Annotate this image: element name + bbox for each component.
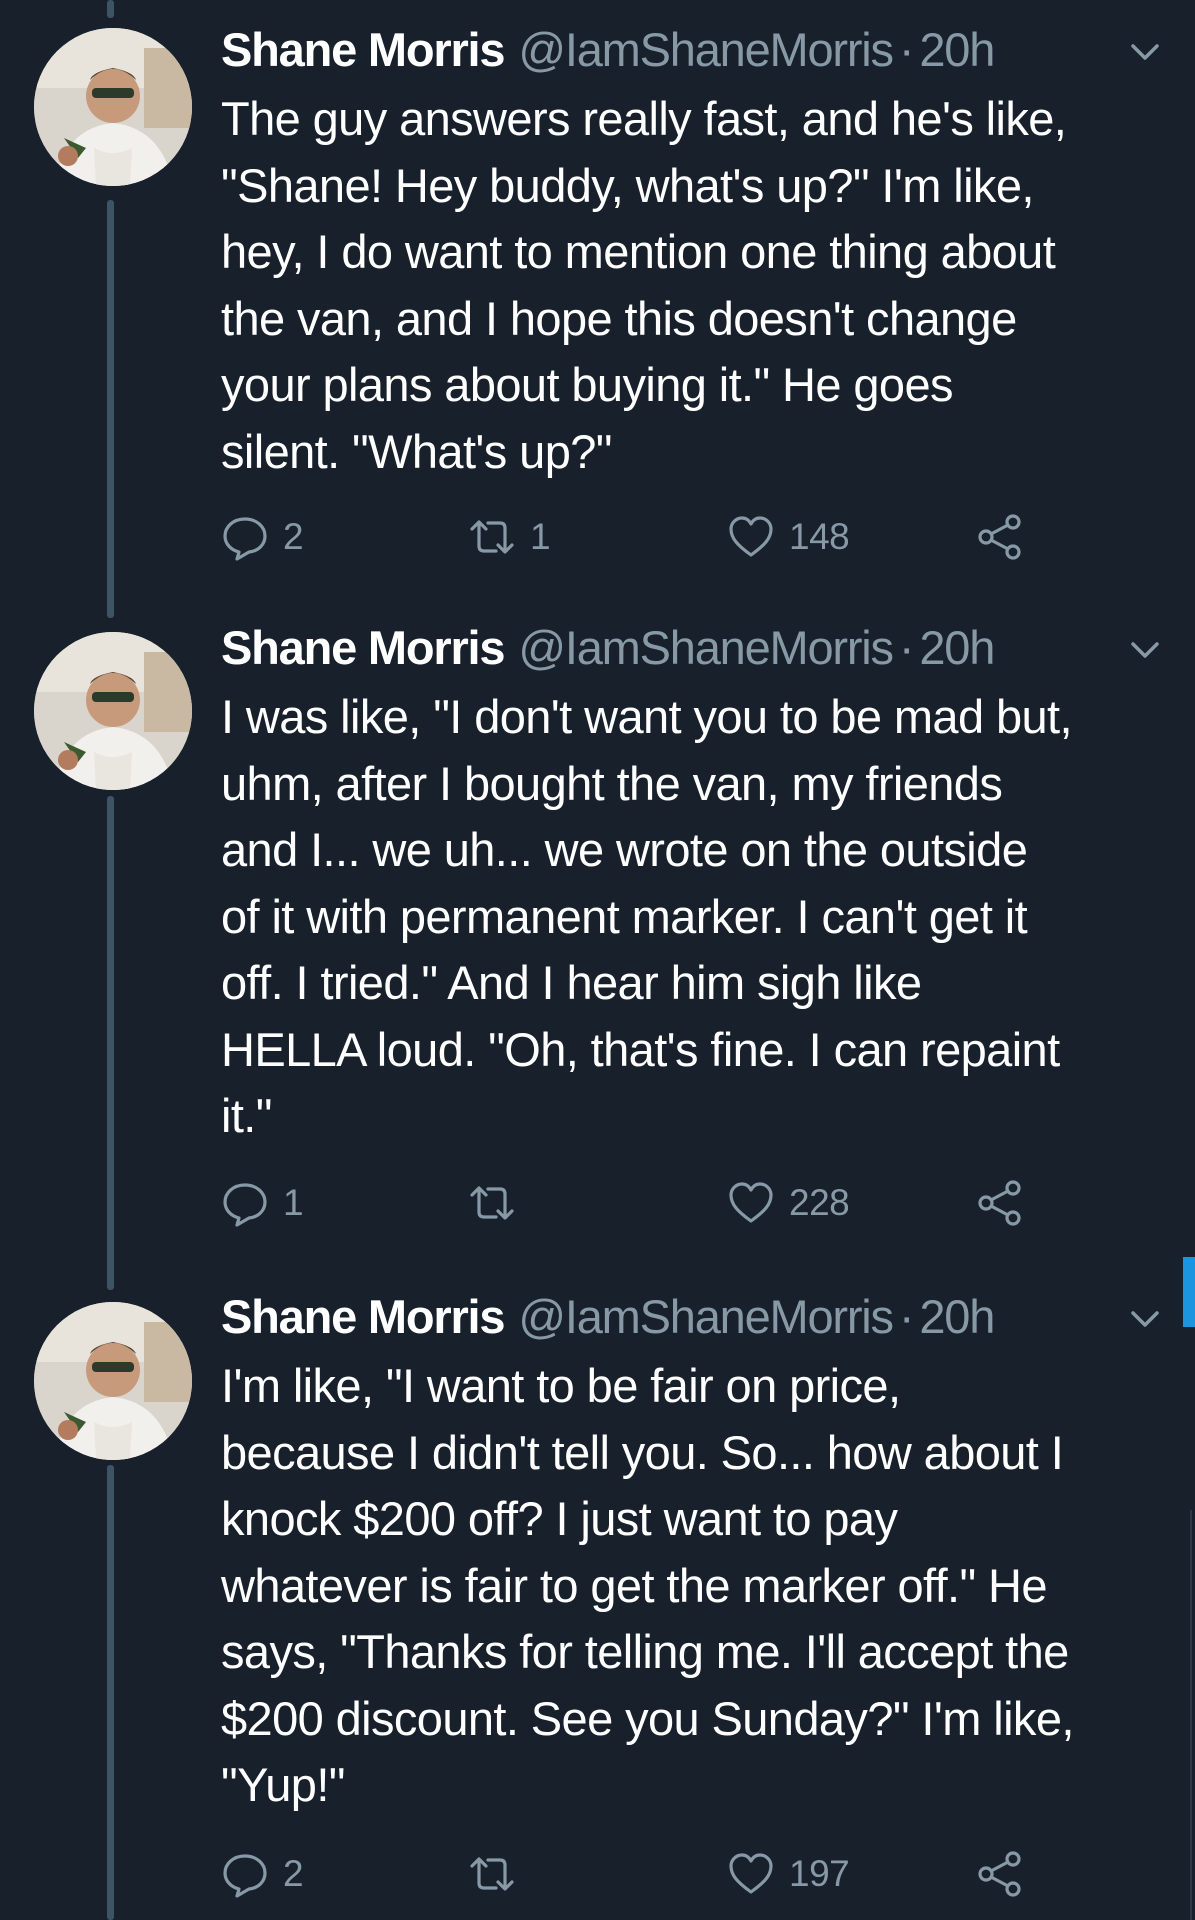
retweet-button[interactable] — [468, 1849, 530, 1899]
tweet-actions: 2 1 148 — [221, 512, 1121, 562]
share-icon — [978, 514, 1021, 560]
avatar-image — [34, 1302, 192, 1460]
share-button[interactable] — [976, 1178, 1024, 1228]
reply-button[interactable]: 2 — [221, 512, 304, 562]
timestamp[interactable]: 20h — [919, 620, 995, 675]
heart-icon — [729, 1182, 773, 1223]
like-count: 148 — [789, 516, 850, 557]
reply-icon — [223, 517, 267, 561]
scrollbar-thumb[interactable] — [1183, 1257, 1195, 1327]
author-handle[interactable]: @IamShaneMorris — [518, 620, 894, 675]
edge-divider — [1190, 1510, 1192, 1920]
author-name[interactable]: Shane Morris — [221, 620, 506, 675]
reply-count: 1 — [283, 1182, 304, 1223]
separator-dot: · — [898, 1290, 915, 1343]
like-count: 197 — [789, 1853, 850, 1894]
retweet-icon — [470, 1857, 514, 1891]
chevron-down-icon[interactable] — [1128, 638, 1162, 662]
tweet-text: I'm like, "I want to be fair on price, b… — [221, 1359, 1074, 1811]
chevron-down-icon[interactable] — [1128, 1307, 1162, 1331]
like-button[interactable]: 197 — [727, 1849, 850, 1899]
tweet-actions: 1 228 — [221, 1178, 1121, 1228]
reply-button[interactable]: 1 — [221, 1178, 304, 1228]
retweet-button[interactable]: 1 — [468, 512, 551, 562]
avatar[interactable] — [34, 632, 192, 790]
reply-count: 2 — [283, 1853, 304, 1894]
tweet-header: Shane Morris @IamShaneMorris · 20h — [221, 22, 995, 82]
avatar[interactable] — [34, 28, 192, 186]
author-name[interactable]: Shane Morris — [221, 1289, 506, 1344]
reply-button[interactable]: 2 — [221, 1849, 304, 1899]
share-icon — [978, 1180, 1021, 1226]
tweet[interactable]: Shane Morris @IamShaneMorris · 20h I'm l… — [0, 1289, 1195, 1920]
separator-dot: · — [898, 621, 915, 674]
share-button[interactable] — [976, 512, 1024, 562]
reply-icon — [223, 1183, 267, 1227]
retweet-icon — [470, 520, 514, 554]
share-icon — [978, 1851, 1021, 1897]
heart-icon — [729, 516, 773, 557]
tweet-actions: 2 197 — [221, 1849, 1121, 1899]
tweet[interactable]: Shane Morris @IamShaneMorris · 20h The g… — [0, 0, 1195, 610]
avatar-image — [34, 28, 192, 186]
chevron-down-icon[interactable] — [1128, 40, 1162, 64]
author-handle[interactable]: @IamShaneMorris — [518, 22, 894, 77]
heart-icon — [729, 1853, 773, 1894]
tweet-header: Shane Morris @IamShaneMorris · 20h — [221, 620, 995, 680]
separator-dot: · — [898, 23, 915, 76]
retweet-count: 1 — [530, 516, 551, 557]
avatar-image — [34, 632, 192, 790]
timestamp[interactable]: 20h — [919, 22, 995, 77]
retweet-button[interactable] — [468, 1178, 530, 1228]
tweet[interactable]: Shane Morris @IamShaneMorris · 20h I was… — [0, 620, 1195, 1260]
tweet-text: I was like, "I don't want you to be mad … — [221, 690, 1073, 1142]
avatar[interactable] — [34, 1302, 192, 1460]
like-button[interactable]: 148 — [727, 512, 850, 562]
retweet-icon — [470, 1186, 514, 1220]
tweet-text: The guy answers really fast, and he's li… — [221, 92, 1067, 478]
tweet-header: Shane Morris @IamShaneMorris · 20h — [221, 1289, 995, 1349]
reply-icon — [223, 1854, 267, 1898]
author-handle[interactable]: @IamShaneMorris — [518, 1289, 894, 1344]
reply-count: 2 — [283, 516, 304, 557]
share-button[interactable] — [976, 1849, 1024, 1899]
like-button[interactable]: 228 — [727, 1178, 850, 1228]
author-name[interactable]: Shane Morris — [221, 22, 506, 77]
like-count: 228 — [789, 1182, 850, 1223]
timestamp[interactable]: 20h — [919, 1289, 995, 1344]
timeline: Shane Morris @IamShaneMorris · 20h The g… — [0, 0, 1195, 1920]
